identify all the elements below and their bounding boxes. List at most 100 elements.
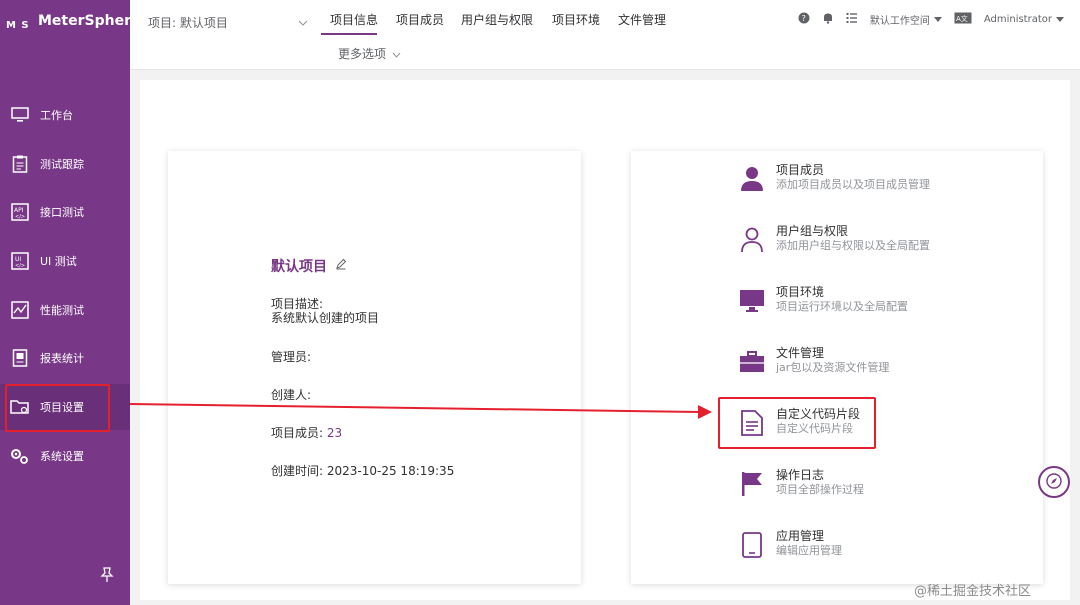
svg-text:UI: UI: [15, 256, 21, 263]
bell-icon[interactable]: [822, 12, 834, 27]
top-bar: 项目: 默认项目 项目信息 项目成员 用户组与权限 项目环境 文件管理 更多选项…: [130, 0, 1080, 70]
menu-subtitle: 添加用户组与权限以及全局配置: [776, 239, 930, 252]
created-label: 创建时间:: [271, 464, 324, 478]
svg-text:API: API: [14, 207, 24, 214]
caret-down-icon: [933, 14, 942, 25]
sidebar-item-label: 工作台: [40, 109, 73, 122]
annotation-highlight-box: [5, 384, 110, 432]
project-name: 默认项目: [271, 256, 347, 276]
tab-project-info[interactable]: 项目信息: [330, 11, 378, 28]
menu-title: 用户组与权限: [776, 224, 849, 238]
sidebar-item-label: 报表统计: [40, 352, 84, 365]
briefcase-icon: [738, 348, 766, 376]
report-icon: [10, 348, 30, 368]
user-icon: [738, 165, 766, 193]
sidebar: M S MeterSphere 工作台 测试跟踪 API </> 接口测试 UI <…: [0, 0, 140, 605]
sidebar-item-label: 测试跟踪: [40, 158, 84, 171]
workspace-select[interactable]: 默认工作空间: [870, 12, 942, 27]
members-count[interactable]: 23: [327, 426, 342, 440]
sidebar-item-system-settings[interactable]: 系统设置: [0, 433, 130, 479]
caret-down-icon: [1056, 14, 1064, 25]
app-name: MeterSphere: [38, 13, 141, 29]
menu-subtitle: 编辑应用管理: [776, 544, 842, 557]
menu-subtitle: jar包以及资源文件管理: [776, 361, 890, 374]
menu-title: 项目成员: [776, 163, 825, 177]
sidebar-item-label: 性能测试: [40, 304, 84, 317]
tab-file-management[interactable]: 文件管理: [618, 11, 666, 28]
tablet-icon: [738, 531, 766, 559]
menu-file-management[interactable]: 文件管理 jar包以及资源文件管理: [738, 346, 998, 376]
sidebar-item-workbench[interactable]: 工作台: [0, 92, 130, 138]
watermark: @稀土掘金技术社区: [914, 584, 1032, 599]
sidebar-item-label: 接口测试: [40, 206, 84, 219]
pin-icon[interactable]: [100, 567, 114, 586]
clipboard-icon: [10, 154, 30, 174]
project-info-card: 默认项目 项目描述: 系统默认创建的项目 管理员: 创建人: 项目成员: 23 …: [168, 151, 581, 584]
sidebar-item-api-test[interactable]: API </> 接口测试: [0, 189, 130, 235]
menu-project-members[interactable]: 项目成员 添加项目成员以及项目成员管理: [738, 163, 998, 193]
sidebar-item-report[interactable]: 报表统计: [0, 335, 130, 381]
chevron-down-icon: [298, 15, 308, 29]
svg-text:</>: </>: [15, 214, 25, 220]
menu-subtitle: 项目运行环境以及全局配置: [776, 300, 908, 313]
svg-text:?: ?: [801, 14, 805, 23]
creator-label: 创建人:: [271, 388, 312, 402]
top-right-tools: ? 默认工作空间 A文 Administrator: [798, 12, 1064, 27]
logo-mark-icon: M S: [6, 20, 30, 31]
manager-label: 管理员:: [271, 350, 312, 364]
project-members-row: 项目成员: 23: [271, 426, 342, 440]
menu-subtitle: 项目全部操作过程: [776, 483, 864, 496]
more-options[interactable]: 更多选项: [338, 45, 401, 62]
menu-title: 项目环境: [776, 285, 825, 299]
sidebar-item-performance-test[interactable]: 性能测试: [0, 287, 130, 333]
ui-icon: UI </>: [10, 251, 30, 271]
active-tab-indicator: [321, 33, 377, 35]
language-icon[interactable]: A文: [954, 12, 972, 27]
user-menu[interactable]: Administrator: [984, 14, 1064, 25]
user-outline-icon: [738, 226, 766, 254]
floating-compass-button[interactable]: [1038, 466, 1070, 498]
app-logo[interactable]: M S MeterSphere: [6, 10, 140, 32]
created-time-row: 创建时间: 2023-10-25 18:19:35: [271, 464, 454, 478]
edit-icon[interactable]: [335, 258, 347, 274]
project-select[interactable]: 项目: 默认项目: [148, 12, 308, 32]
flag-icon: [738, 470, 766, 498]
menu-operation-log[interactable]: 操作日志 项目全部操作过程: [738, 468, 998, 498]
menu-app-management[interactable]: 应用管理 编辑应用管理: [738, 529, 998, 559]
performance-icon: [10, 300, 30, 320]
sidebar-item-label: 系统设置: [40, 450, 84, 463]
chevron-down-icon: [392, 47, 401, 61]
tab-project-env[interactable]: 项目环境: [552, 11, 600, 28]
description-label: 项目描述:: [271, 297, 324, 311]
menu-title: 操作日志: [776, 468, 825, 482]
menu-user-groups[interactable]: 用户组与权限 添加用户组与权限以及全局配置: [738, 224, 998, 254]
menu-subtitle: 添加项目成员以及项目成员管理: [776, 178, 930, 191]
annotation-highlight-box: [718, 397, 876, 449]
api-icon: API </>: [10, 202, 30, 222]
more-options-label: 更多选项: [338, 47, 387, 61]
tab-user-groups[interactable]: 用户组与权限: [461, 11, 533, 28]
project-select-value: 项目: 默认项目: [148, 15, 228, 30]
help-icon[interactable]: ?: [798, 12, 810, 27]
svg-text:A文: A文: [956, 14, 968, 23]
user-name: Administrator: [983, 14, 1052, 25]
sidebar-item-label: UI 测试: [40, 255, 77, 268]
tab-project-members[interactable]: 项目成员: [396, 11, 444, 28]
svg-text:</>: </>: [15, 263, 25, 269]
description-value: 系统默认创建的项目: [271, 311, 380, 325]
workspace-name: 默认工作空间: [869, 16, 930, 27]
sidebar-item-ui-test[interactable]: UI </> UI 测试: [0, 238, 130, 284]
monitor-icon: [738, 287, 766, 315]
sidebar-item-test-track[interactable]: 测试跟踪: [0, 141, 130, 187]
menu-title: 文件管理: [776, 346, 825, 360]
compass-icon: [1046, 472, 1062, 492]
created-value: 2023-10-25 18:19:35: [326, 464, 455, 478]
project-menu-card: 项目成员 添加项目成员以及项目成员管理 用户组与权限 添加用户组与权限以及全局配…: [631, 151, 1043, 584]
menu-title: 应用管理: [776, 529, 825, 543]
members-label: 项目成员:: [271, 426, 324, 440]
project-description: 项目描述: 系统默认创建的项目: [271, 297, 379, 325]
gears-icon: [10, 446, 30, 466]
task-list-icon[interactable]: [846, 12, 858, 27]
project-name-text: 默认项目: [271, 259, 327, 275]
menu-project-env[interactable]: 项目环境 项目运行环境以及全局配置: [738, 285, 998, 315]
